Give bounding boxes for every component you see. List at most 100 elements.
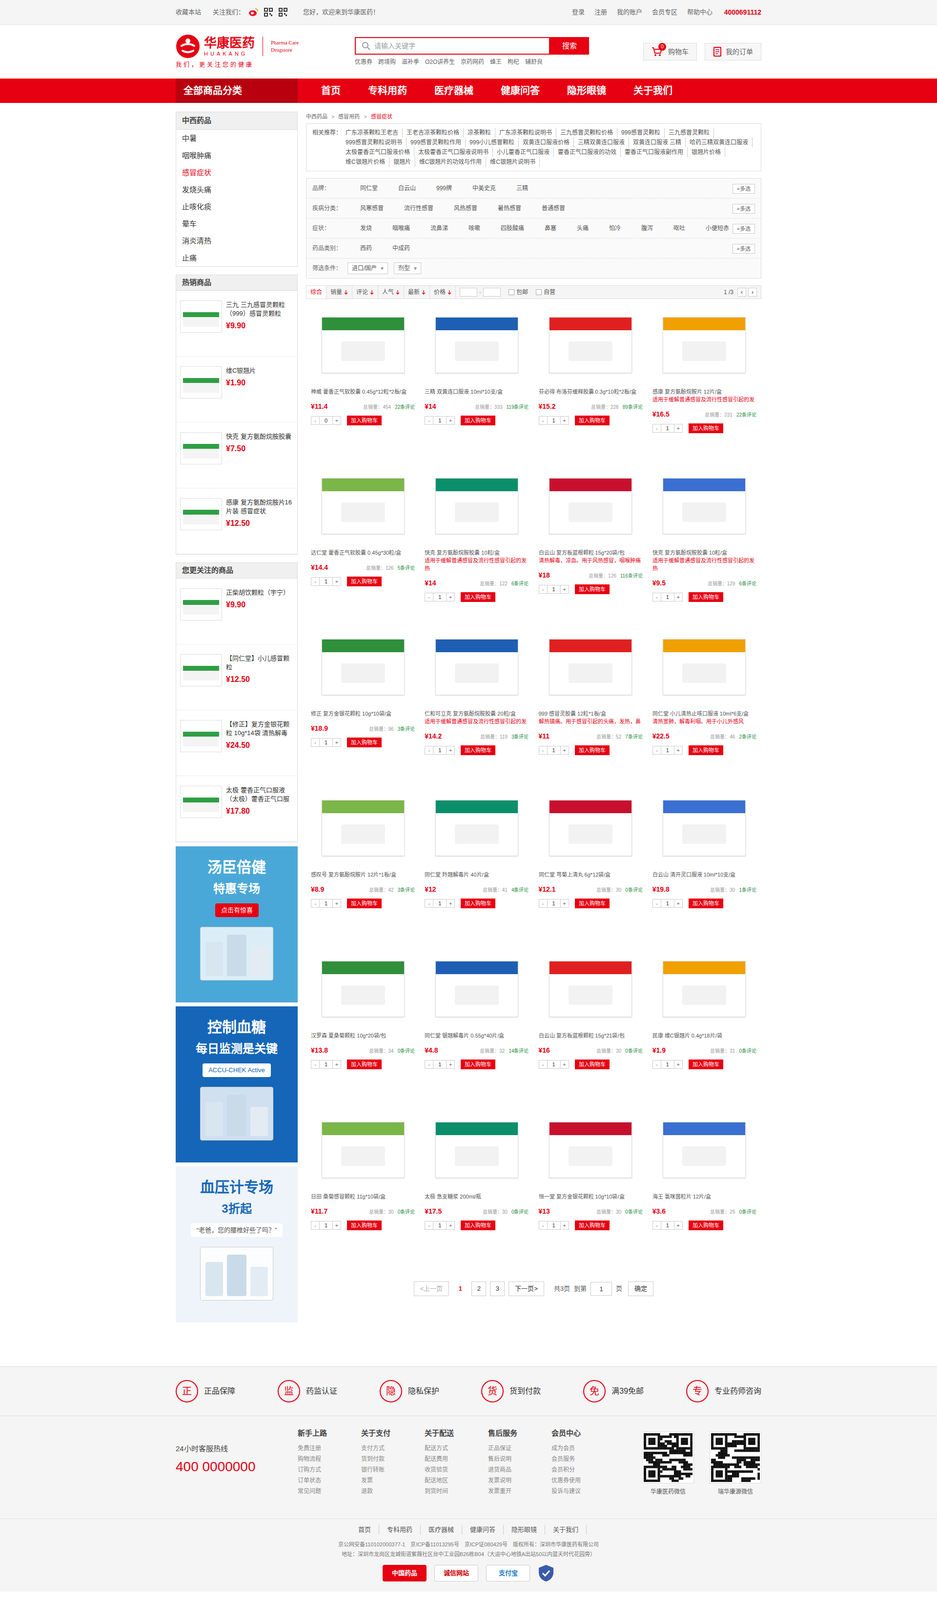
increase-button[interactable]: + [673,424,683,433]
quantity-field[interactable]: 1 [547,1060,561,1070]
increase-button[interactable]: + [673,1221,683,1231]
product-reviews[interactable]: 119条评论 [506,403,530,411]
filter-option[interactable]: 中美史克 [472,182,496,195]
sort-option[interactable]: 最新 [404,285,430,299]
side-product[interactable]: 三九 三九感冒灵颗粒（999）感冒灵颗粒¥9.90 [176,290,298,357]
quantity-field[interactable]: 1 [547,746,561,755]
quantity-field[interactable]: 1 [661,1221,674,1231]
decrease-button[interactable]: - [538,899,548,909]
quantity-field[interactable]: 1 [433,1060,447,1070]
add-to-cart-button[interactable]: 加入购物车 [460,745,496,756]
cart-button[interactable]: 0购物车 [643,42,697,61]
product-name[interactable]: 达仁堂 藿香正气软胶囊 0.45g*30粒/盒 [310,549,415,557]
side-product[interactable]: 太极 藿香正气口服液（太极）藿香正气口服¥17.80 [176,776,298,843]
add-to-cart-button[interactable]: 加入购物车 [574,745,610,756]
product-name[interactable]: 白云山 复方板蓝根颗粒 15g*20袋/包 [538,549,643,557]
filter-option[interactable]: 发烧 [360,222,372,235]
product-reviews[interactable]: 5条评论 [397,564,416,572]
increase-button[interactable]: + [332,1060,342,1070]
related-link[interactable]: 维C银翘片的功效与作用 [415,157,487,167]
quantity-field[interactable]: 1 [319,577,333,587]
nav-item[interactable]: 首页 [307,78,355,103]
filter-option[interactable]: 四肢酸痛 [500,222,525,235]
add-to-cart-button[interactable]: 加入购物车 [460,415,496,426]
product-reviews[interactable]: 6条评论 [738,580,757,588]
product-reviews[interactable]: 0条评论 [738,1208,757,1217]
related-link[interactable]: 999感冒灵颗粒说明书 [341,137,407,148]
trust-badge[interactable]: 中国药品 [382,1565,427,1583]
related-link[interactable]: 藿香正气口服液的功效 [553,147,621,158]
side-product[interactable]: 【同仁堂】小儿感冒颗粒¥12.50 [176,644,298,711]
related-link[interactable]: 维C银翘片说明书 [486,157,540,167]
hot-word[interactable]: O2O讲养生 [425,57,455,67]
product-reviews[interactable]: 4条评论 [511,886,530,895]
increase-button[interactable]: + [673,746,683,755]
product-reviews[interactable]: 22条评论 [736,411,757,419]
add-to-cart-button[interactable]: 加入购物车 [346,1059,382,1070]
hot-word[interactable]: 辅舒良 [525,57,543,67]
related-link[interactable]: 双黄连口服液价格 [518,137,574,148]
quantity-field[interactable]: 1 [319,899,333,909]
decrease-button[interactable]: - [424,746,434,755]
related-link[interactable]: 三九感冒灵颗粒 [664,127,714,138]
top-link[interactable]: 帮助中心 [687,7,713,18]
product-reviews[interactable]: 0条评论 [738,1047,757,1056]
product-reviews[interactable]: 0条评论 [625,886,643,895]
increase-button[interactable]: + [446,1221,455,1231]
category-item[interactable]: 晕车 [176,215,298,233]
related-link[interactable]: 凉茶颗粒 [463,127,496,138]
quantity-field[interactable]: 1 [661,899,674,909]
add-to-cart-button[interactable]: 加入购物车 [688,592,724,603]
product-reviews[interactable]: 3条评论 [397,886,416,895]
product-image[interactable] [310,789,415,868]
side-product[interactable]: 正柴胡饮颗粒（宇宁）¥9.90 [176,578,298,645]
product-name[interactable]: 同仁堂 芎菊上清丸 6g*12袋/盒 [538,871,643,879]
quantity-field[interactable]: 1 [433,592,447,602]
page-button[interactable]: 2 [471,1282,487,1297]
decrease-button[interactable]: - [424,416,434,426]
product-image[interactable] [538,628,643,707]
footer-link[interactable]: 退款 [361,1486,425,1498]
related-link[interactable]: 太极藿香正气口服液价格 [341,147,415,158]
bookmark-link[interactable]: 收藏本站 [175,7,202,18]
add-to-cart-button[interactable]: 加入购物车 [346,898,382,909]
footer-link[interactable]: 常见问题 [297,1486,362,1498]
product-image[interactable] [538,789,643,868]
footer-link[interactable]: 会员积分 [551,1465,615,1476]
quantity-field[interactable]: 1 [661,746,674,755]
filter-option[interactable]: 呕吐 [673,222,686,235]
product-name[interactable]: 汉罗森 夏桑菊颗粒 10g*20袋/包 [310,1032,415,1040]
decrease-button[interactable]: - [310,1221,320,1231]
product-image[interactable] [310,1111,415,1190]
decrease-button[interactable]: - [538,1060,548,1070]
bottom-link[interactable]: 隐形眼镜 [503,1525,546,1536]
product-image[interactable] [424,789,529,868]
decrease-button[interactable]: - [310,1060,320,1070]
product-image[interactable] [424,1111,529,1190]
product-reviews[interactable]: 0条评论 [625,1047,643,1056]
product-image[interactable] [424,305,529,385]
add-to-cart-button[interactable]: 加入购物车 [346,576,382,587]
hot-word[interactable]: 枸杞 [507,57,520,67]
add-to-cart-button[interactable]: 加入购物车 [688,898,724,909]
product-name[interactable]: 快克 复方氨酚烷胺胶囊 10粒/盒 [424,549,529,557]
breadcrumb-item[interactable]: 中西药品 [305,112,328,122]
footer-link[interactable]: 订购方式 [297,1465,362,1476]
add-to-cart-button[interactable]: 加入购物车 [460,1059,496,1070]
nav-item[interactable]: 隐形眼镜 [553,78,620,103]
product-name[interactable]: 海王 氯咪茵粒片 12片/盒 [652,1193,757,1202]
footer-link[interactable]: 银行转账 [361,1465,425,1476]
filter-option[interactable]: 风寒感冒 [360,202,384,215]
footer-link[interactable]: 成为会员 [551,1443,615,1455]
filter-option[interactable]: 普通感冒 [541,202,566,215]
product-reviews[interactable]: 2条评论 [738,733,757,741]
product-image[interactable] [538,1111,643,1190]
side-product-name[interactable]: 太极 藿香正气口服液（太极）藿香正气口服 [225,786,294,804]
product-reviews[interactable]: 1条评论 [738,886,757,895]
decrease-button[interactable]: - [652,592,662,602]
category-item[interactable]: 发烧头痛 [176,181,298,199]
page-button[interactable]: 3 [489,1282,505,1297]
product-name[interactable]: 神威 藿香正气软胶囊 0.45g*12粒*2板/盒 [310,387,415,396]
condition-select[interactable]: 剂型▾ [393,262,422,275]
filter-option[interactable]: 流鼻涕 [430,222,449,235]
